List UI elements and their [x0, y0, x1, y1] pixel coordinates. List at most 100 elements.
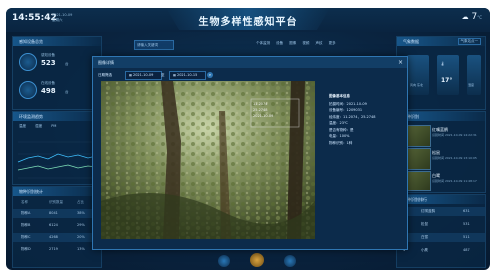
temp-value: 17°: [441, 77, 453, 84]
app-frame: 14:55:42 2021-10-09 星期六 生物多样性感知平台 ☁ 7°C …: [6, 8, 490, 270]
cell: 物种C: [21, 235, 31, 239]
nav-button-center[interactable]: [250, 253, 264, 267]
table-header: 名称 识别数量 占比: [13, 198, 101, 207]
env-trend-panel: 环境监测趋势 温度 湿度 PM: [12, 111, 102, 185]
toolbar-button[interactable]: 声纹: [316, 41, 323, 45]
temp-card: 🌡 17°: [437, 55, 459, 95]
clock-time: 14:55:42: [12, 13, 57, 23]
tab-humidity[interactable]: 湿度: [35, 124, 42, 128]
toolbar-button[interactable]: 图像: [289, 41, 296, 45]
filter-label: 日期筛选: [98, 73, 112, 77]
cell: 6124: [49, 223, 58, 227]
humidity-card: [467, 55, 481, 95]
col-header: 名称: [21, 200, 28, 204]
tab-temperature[interactable]: 温度: [19, 124, 26, 128]
table-row[interactable]: 4 小麂 487: [397, 246, 485, 255]
table-row[interactable]: 2 松鼠 531: [397, 220, 485, 229]
table-row[interactable]: 物种A 8041 38%: [13, 209, 101, 218]
rank-value: 531: [463, 222, 470, 226]
close-icon[interactable]: ×: [398, 57, 403, 68]
nav-button-left[interactable]: [218, 255, 230, 267]
table-row[interactable]: 物种D 2719 13%: [13, 245, 101, 254]
cell: 38%: [77, 211, 85, 215]
toolbar-button[interactable]: 更多: [329, 41, 336, 45]
rank-value: 631: [463, 209, 470, 213]
toolbar-buttons: 个体监测 设备 图像 视频 声纹 更多: [256, 41, 336, 46]
panel-title: 物种识别统计: [13, 187, 101, 196]
search-input[interactable]: 请输入关键词: [134, 40, 174, 50]
top-bar: 14:55:42 2021-10-09 星期六 生物多样性感知平台 ☁ 7°C: [6, 8, 490, 32]
clock-date: 2021-10-09 星期六: [52, 13, 72, 23]
wind-label: 风向 东北: [410, 83, 423, 87]
cell: 物种D: [21, 247, 31, 251]
tab-bar: 温度 湿度 PM: [19, 124, 56, 129]
rank-name: 红嘴蓝鹊: [421, 209, 435, 213]
species-desc: 识别时间 2021-10-09 11:48:17: [432, 179, 477, 183]
modal-header: 图像详情 ×: [93, 57, 407, 68]
rank-name: 白鹭: [421, 235, 428, 239]
thermometer-icon: 🌡: [440, 61, 446, 66]
panel-title: 物种识别排行: [397, 195, 485, 204]
cell: 29%: [77, 223, 85, 227]
station-select[interactable]: 气象站点一: [457, 38, 481, 45]
date-separator: 至: [161, 73, 165, 77]
toolbar-button[interactable]: 个体监测: [256, 41, 270, 45]
col-header: 识别数量: [49, 200, 63, 204]
humidity-label: 湿度: [468, 83, 475, 87]
table-row[interactable]: 3 白鹭 511: [397, 233, 485, 242]
table-row[interactable]: 物种B 6124 29%: [13, 221, 101, 230]
stat-unit: 台: [65, 62, 69, 66]
species-recognition-panel: 物种识别 红嘴蓝鹊 识别时间 2021-10-09 14:22:31 松鼠 识别…: [396, 111, 486, 193]
wind-card: [407, 55, 429, 95]
stat-label: 感知设备: [41, 53, 55, 57]
trend-chart: [17, 141, 97, 179]
svg-text:2021-10-09: 2021-10-09: [253, 114, 273, 118]
modal-title: 图像详情: [98, 60, 114, 65]
page-title: 生物多样性感知平台: [198, 17, 298, 28]
panel-title: 物种识别: [397, 112, 485, 121]
rank-name: 小麂: [421, 248, 428, 252]
panel-title: 感知设备总览: [13, 37, 101, 46]
cell: 8041: [49, 211, 58, 215]
nav-button-right[interactable]: [284, 255, 296, 267]
image-detail-modal: 图像详情 × 日期筛选 ▦ 2021-10-09 至 ▦ 2021-10-15 …: [92, 56, 408, 250]
svg-text:11.2074: 11.2074: [253, 102, 268, 106]
info-title: 图像基本信息: [329, 94, 350, 98]
weather-widget: ☁ 7°C: [462, 12, 482, 22]
svg-text:25.2748: 25.2748: [253, 108, 267, 112]
rank-name: 松鼠: [421, 222, 428, 226]
cell: 20%: [77, 235, 85, 239]
tab-pm[interactable]: PM: [51, 124, 56, 128]
weather-unit: °C: [477, 15, 482, 20]
calendar-icon: ▦: [173, 73, 176, 77]
search-icon[interactable]: ⌕: [207, 72, 213, 78]
toolbar-button[interactable]: 视频: [302, 41, 309, 45]
species-rank-panel: 物种识别排行 1 红嘴蓝鹊 631 2 松鼠 531 3 白鹭 511 4 小麂…: [396, 194, 486, 268]
title-banner: 生物多样性感知平台: [166, 8, 330, 30]
weekday-text: 星期六: [52, 18, 63, 22]
species-desc: 识别时间 2021-10-09 13:10:05: [432, 156, 477, 160]
col-header: 占比: [77, 200, 84, 204]
cell: 2719: [49, 247, 58, 251]
cell: 13%: [77, 247, 85, 251]
trend-line-1: [17, 153, 97, 163]
cell: 物种B: [21, 223, 31, 227]
table-row[interactable]: 1 红嘴蓝鹊 631: [397, 207, 485, 216]
date-start-input[interactable]: ▦ 2021-10-09: [125, 71, 162, 80]
date-end-input[interactable]: ▦ 2021-10-15: [169, 71, 206, 80]
camera-trap-image[interactable]: 11.2074 25.2748 2021-10-09: [101, 81, 315, 239]
species-stats-panel: 物种识别统计 名称 识别数量 占比 物种A 8041 38% 物种B 6124 …: [12, 186, 102, 268]
info-line: 物种识别：1种: [329, 140, 353, 145]
image-info: 图像基本信息 拍摄时间：2021-10-09 设备编号：1209031 经纬度：…: [329, 93, 375, 146]
toolbar-button[interactable]: 设备: [276, 41, 283, 45]
cell: 物种A: [21, 211, 31, 215]
calendar-icon: ▦: [129, 73, 132, 77]
species-desc: 识别时间 2021-10-09 14:22:31: [432, 133, 477, 137]
device-overview-panel: 感知设备总览 感知设备 523 台 在线设备 498 台: [12, 36, 102, 110]
table-row[interactable]: 物种C 4268 20%: [13, 233, 101, 242]
rank-value: 487: [463, 248, 470, 252]
stat-value: 498: [41, 87, 56, 95]
cell: 4268: [49, 235, 58, 239]
forest-image-art: 11.2074 25.2748 2021-10-09: [101, 81, 315, 239]
cloud-icon: ☁: [461, 13, 469, 21]
